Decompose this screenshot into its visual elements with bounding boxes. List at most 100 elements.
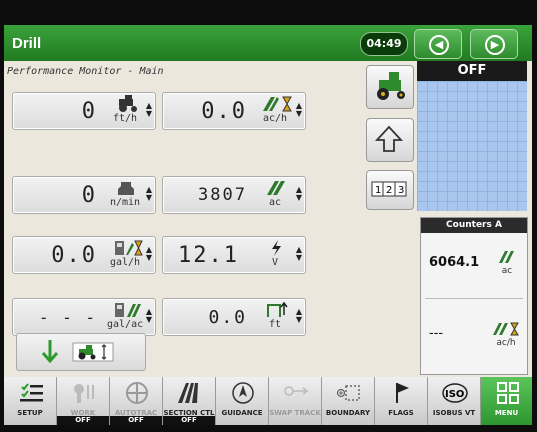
lower-implement-button[interactable] bbox=[16, 333, 146, 371]
divider bbox=[425, 298, 523, 299]
fuel-area-icon bbox=[115, 303, 141, 317]
flags-button[interactable]: FLAGS bbox=[375, 377, 428, 425]
area-icon bbox=[267, 181, 285, 195]
field-unit: gal/ac bbox=[107, 319, 144, 330]
machine-button[interactable] bbox=[366, 65, 414, 109]
counter-rate-value: --- bbox=[429, 326, 444, 341]
svg-text:2: 2 bbox=[386, 185, 392, 196]
up-down-arrows-icon: ▲ ▼ bbox=[145, 185, 153, 202]
field-unit: n/min bbox=[109, 197, 141, 208]
back-button[interactable]: ◀ bbox=[414, 29, 462, 59]
shift-up-button[interactable] bbox=[366, 118, 414, 162]
engine-icon bbox=[118, 182, 134, 195]
bottom-toolbar: SETUP WORK OFF AUTOTRAC OFF SECTION CTL … bbox=[4, 377, 532, 425]
counter-area-value: 6064.1 bbox=[429, 255, 480, 270]
field-value: 0.0 bbox=[201, 99, 247, 124]
toolbar-label: SWAP TRACK bbox=[269, 409, 321, 417]
field-value: 0.0 bbox=[51, 243, 97, 268]
toolbar-state: OFF bbox=[110, 416, 162, 425]
main-panel: Performance Monitor - Main 0 ft/h ▲ ▼ 0.0… bbox=[4, 61, 414, 377]
counters-title: Counters A bbox=[421, 218, 527, 233]
setup-icon bbox=[20, 383, 43, 402]
field-value: 12.1 bbox=[178, 243, 239, 268]
guidance-button[interactable]: GUIDANCE bbox=[216, 377, 269, 425]
field-value: 0 bbox=[81, 99, 97, 124]
iso-icon: ISO bbox=[442, 383, 468, 403]
setup-button[interactable]: SETUP bbox=[4, 377, 57, 425]
height-icon bbox=[267, 301, 288, 317]
section-control-icon bbox=[178, 383, 198, 403]
engine-speed-field[interactable]: 0 n/min ▲ ▼ bbox=[12, 176, 156, 214]
area-icon bbox=[499, 251, 514, 263]
section-control-button[interactable]: SECTION CTL OFF bbox=[163, 377, 216, 425]
svg-text:1: 1 bbox=[375, 185, 381, 196]
tractor-icon bbox=[119, 95, 137, 112]
up-down-arrows-icon: ▲ ▼ bbox=[145, 307, 153, 324]
display-screen: Drill 04:49 ◀ ▶ Performance Monitor - Ma… bbox=[4, 25, 532, 425]
title-bar: Drill 04:49 ◀ ▶ bbox=[4, 25, 532, 61]
tractor-icon bbox=[377, 72, 405, 100]
page-title: Drill bbox=[12, 35, 42, 52]
toolbar-label: BOUNDARY bbox=[325, 409, 371, 417]
field-unit: V bbox=[271, 257, 279, 268]
toolbar-state: OFF bbox=[163, 416, 215, 425]
field-value: - - - bbox=[38, 308, 97, 327]
arrow-left-icon: ◀ bbox=[429, 35, 449, 55]
field-unit: ac bbox=[268, 197, 282, 208]
up-down-arrows-icon: ▲ ▼ bbox=[295, 245, 303, 262]
toolbar-label: SETUP bbox=[17, 409, 43, 417]
area-rate-field[interactable]: 0.0 ac/h ▲ ▼ bbox=[162, 92, 306, 130]
svg-text:ISO: ISO bbox=[445, 389, 464, 400]
height-field[interactable]: 0.0 ft ▲ ▼ bbox=[162, 298, 306, 336]
area-hourglass-icon bbox=[263, 96, 292, 112]
isobus-vt-button[interactable]: ISO ISOBUS VT bbox=[428, 377, 481, 425]
toolbar-label: ISOBUS VT bbox=[432, 409, 476, 417]
numbered-boxes-icon: 123 bbox=[371, 181, 407, 197]
flag-icon bbox=[396, 383, 409, 403]
toolbar-label: FLAGS bbox=[388, 409, 414, 417]
field-value: 3807 bbox=[198, 185, 247, 205]
swap-track-button[interactable]: SWAP TRACK bbox=[269, 377, 322, 425]
speed-field[interactable]: 0 ft/h ▲ ▼ bbox=[12, 92, 156, 130]
numbered-list-button[interactable]: 123 bbox=[366, 170, 414, 210]
work-button[interactable]: WORK OFF bbox=[57, 377, 110, 425]
toolbar-label: GUIDANCE bbox=[221, 409, 263, 417]
forward-button[interactable]: ▶ bbox=[470, 29, 518, 59]
lightning-icon bbox=[272, 240, 281, 256]
area-hourglass-icon bbox=[493, 322, 519, 336]
toolbar-label: MENU bbox=[494, 409, 519, 417]
down-arrow-tractor-icon bbox=[41, 340, 114, 364]
boundary-button[interactable]: BOUNDARY bbox=[322, 377, 375, 425]
field-unit: ft bbox=[268, 319, 282, 330]
counter-rate-unit: ac/h bbox=[496, 338, 516, 348]
autotrac-icon bbox=[126, 382, 148, 404]
toolbar-state: OFF bbox=[57, 416, 109, 425]
field-unit: ac/h bbox=[262, 113, 288, 124]
page-subtitle: Performance Monitor - Main bbox=[7, 66, 164, 77]
up-down-arrows-icon: ▲ ▼ bbox=[145, 245, 153, 262]
coverage-map[interactable] bbox=[417, 81, 527, 211]
autotrac-button[interactable]: AUTOTRAC OFF bbox=[110, 377, 163, 425]
menu-button[interactable]: MENU bbox=[481, 377, 532, 425]
arrow-right-icon: ▶ bbox=[485, 35, 505, 55]
recording-status: OFF bbox=[417, 61, 527, 81]
boundary-icon bbox=[336, 385, 360, 401]
guidance-icon bbox=[232, 382, 254, 404]
arrow-up-outline-icon bbox=[374, 125, 404, 152]
field-unit: gal/h bbox=[109, 257, 141, 268]
up-down-arrows-icon: ▲ ▼ bbox=[295, 185, 303, 202]
counter-area-unit: ac bbox=[501, 266, 513, 276]
counters-panel[interactable]: Counters A 6064.1 ac --- ac/h bbox=[420, 217, 528, 375]
swap-track-icon bbox=[284, 386, 309, 396]
menu-grid-icon bbox=[497, 382, 519, 404]
work-icon bbox=[74, 384, 94, 403]
fuel-hourglass-icon bbox=[115, 240, 143, 256]
up-down-arrows-icon: ▲ ▼ bbox=[145, 101, 153, 118]
clock: 04:49 bbox=[360, 32, 408, 56]
voltage-field[interactable]: 12.1 V ▲ ▼ bbox=[162, 236, 306, 274]
fuel-per-area-field[interactable]: - - - gal/ac ▲ ▼ bbox=[12, 298, 156, 336]
fuel-rate-field[interactable]: 0.0 gal/h ▲ ▼ bbox=[12, 236, 156, 274]
field-value: 0.0 bbox=[208, 307, 247, 328]
up-down-arrows-icon: ▲ ▼ bbox=[295, 307, 303, 324]
area-field[interactable]: 3807 ac ▲ ▼ bbox=[162, 176, 306, 214]
